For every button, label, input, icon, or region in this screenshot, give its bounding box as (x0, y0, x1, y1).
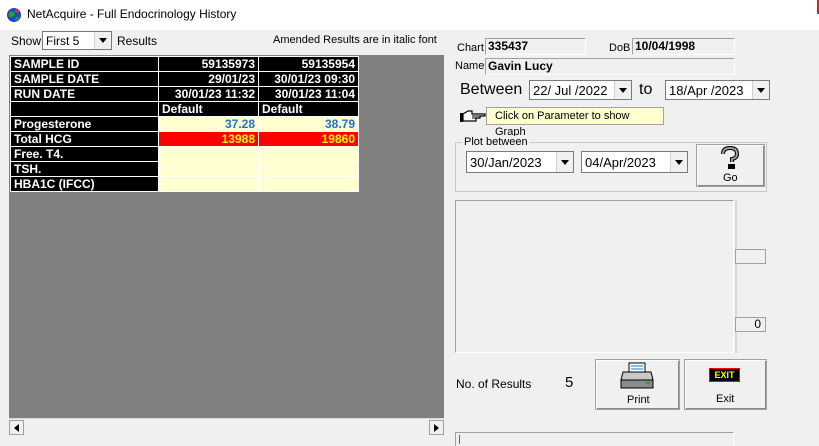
table-cell[interactable]: 29/01/23 (158, 71, 259, 87)
table-cell[interactable]: 59135973 (158, 56, 259, 72)
table-cell[interactable]: 13988 (158, 131, 259, 147)
to-label: to (639, 81, 653, 98)
parameter-tsh[interactable]: TSH. (10, 161, 159, 177)
results-count-value: 5 (565, 374, 574, 391)
graph-max-field (735, 249, 766, 264)
table-cell[interactable]: 37.28 (158, 116, 259, 132)
table-cell[interactable]: 30/01/23 09:30 (258, 71, 359, 87)
chevron-down-icon[interactable] (752, 81, 769, 99)
exit-label: Exit (716, 393, 735, 405)
table-cell[interactable] (258, 176, 359, 192)
horizontal-scrollbar[interactable] (9, 418, 444, 436)
table-cell[interactable]: 30/01/23 11:04 (258, 86, 359, 102)
parameter-hba1c[interactable]: HBA1C (IFCC) (10, 176, 159, 192)
go-label: Go (723, 172, 738, 184)
question-mark-icon (721, 146, 740, 169)
row-label[interactable]: RUN DATE (10, 86, 159, 102)
range-from-value: 22/ Jul /2022 (533, 83, 608, 98)
plot-to-dropdown[interactable]: 04/Apr/2023 (581, 151, 688, 173)
table-row[interactable]: SAMPLE DATE 29/01/23 30/01/23 09:30 (10, 71, 359, 87)
patient-name-field: Gavin Lucy (485, 58, 735, 75)
table-row[interactable]: SAMPLE ID 59135973 59135954 (10, 56, 359, 72)
scroll-right-icon[interactable] (429, 420, 444, 435)
table-row[interactable]: Progesterone 37.28 38.79 (10, 116, 359, 132)
row-label[interactable]: SAMPLE DATE (10, 71, 159, 87)
scroll-left-icon[interactable] (9, 420, 24, 435)
show-label: Show (11, 34, 42, 48)
between-label: Between (460, 81, 523, 98)
results-grid: SAMPLE ID 59135973 59135954 SAMPLE DATE … (10, 56, 359, 192)
dob-label: DoB (609, 42, 631, 54)
range-to-dropdown[interactable]: 18/Apr /2023 (665, 80, 770, 100)
results-label: Results (117, 34, 158, 48)
window-title: NetAcquire - Full Endocrinology History (27, 7, 237, 21)
chart-number-field: 335437 (485, 38, 586, 55)
table-row[interactable]: HBA1C (IFCC) (10, 176, 359, 192)
graph-area[interactable] (455, 200, 734, 353)
parameter-total-hcg[interactable]: Total HCG (10, 131, 159, 147)
dob-field: 10/04/1998 (632, 38, 735, 55)
table-row[interactable]: Total HCG 13988 19860 (10, 131, 359, 147)
table-cell[interactable] (258, 146, 359, 162)
print-label: Print (627, 394, 650, 406)
table-cell[interactable]: 19860 (258, 131, 359, 147)
graph-min-field: 0 (735, 317, 766, 332)
range-from-dropdown[interactable]: 22/ Jul /2022 (529, 80, 632, 100)
chevron-down-icon[interactable] (94, 32, 111, 49)
plot-from-value: 30/Jan/2023 (470, 155, 542, 170)
chart-label: Chart (457, 42, 484, 54)
globe-icon (7, 8, 21, 22)
show-count-value: First 5 (46, 34, 80, 48)
table-cell[interactable]: 30/01/23 11:32 (158, 86, 259, 102)
name-label: Name (455, 60, 485, 72)
table-cell[interactable] (158, 161, 259, 177)
plot-to-value: 04/Apr/2023 (585, 155, 656, 170)
status-caret (459, 435, 460, 444)
results-count-label: No. of Results (456, 377, 532, 391)
row-label (10, 101, 159, 117)
range-to-value: 18/Apr /2023 (669, 83, 744, 98)
table-cell[interactable]: Default (158, 101, 259, 117)
table-row[interactable]: Default Default (10, 101, 359, 117)
exit-sign-icon: EXIT (709, 368, 740, 382)
printer-icon (620, 362, 654, 389)
table-row[interactable]: Free. T4. (10, 146, 359, 162)
show-count-dropdown[interactable]: First 5 (42, 31, 112, 50)
chevron-down-icon[interactable] (614, 81, 631, 99)
table-cell[interactable]: Default (258, 101, 359, 117)
row-label[interactable]: SAMPLE ID (10, 56, 159, 72)
plot-from-dropdown[interactable]: 30/Jan/2023 (466, 151, 574, 173)
table-cell[interactable]: 38.79 (258, 116, 359, 132)
parameter-progesterone[interactable]: Progesterone (10, 116, 159, 132)
amended-note: Amended Results are in italic font (273, 34, 437, 46)
chevron-down-icon[interactable] (670, 152, 687, 172)
pointing-hand-icon (460, 110, 486, 122)
table-cell[interactable]: 59135954 (258, 56, 359, 72)
status-bar (455, 432, 734, 446)
plot-between-legend: Plot between (462, 136, 530, 148)
table-row[interactable]: RUN DATE 30/01/23 11:32 30/01/23 11:04 (10, 86, 359, 102)
parameter-free-t4[interactable]: Free. T4. (10, 146, 159, 162)
table-cell[interactable] (258, 161, 359, 177)
table-row[interactable]: TSH. (10, 161, 359, 177)
table-cell[interactable] (158, 146, 259, 162)
chevron-down-icon[interactable] (556, 152, 573, 172)
table-cell[interactable] (158, 176, 259, 192)
graph-hint: Click on Parameter to show Graph (486, 107, 664, 138)
